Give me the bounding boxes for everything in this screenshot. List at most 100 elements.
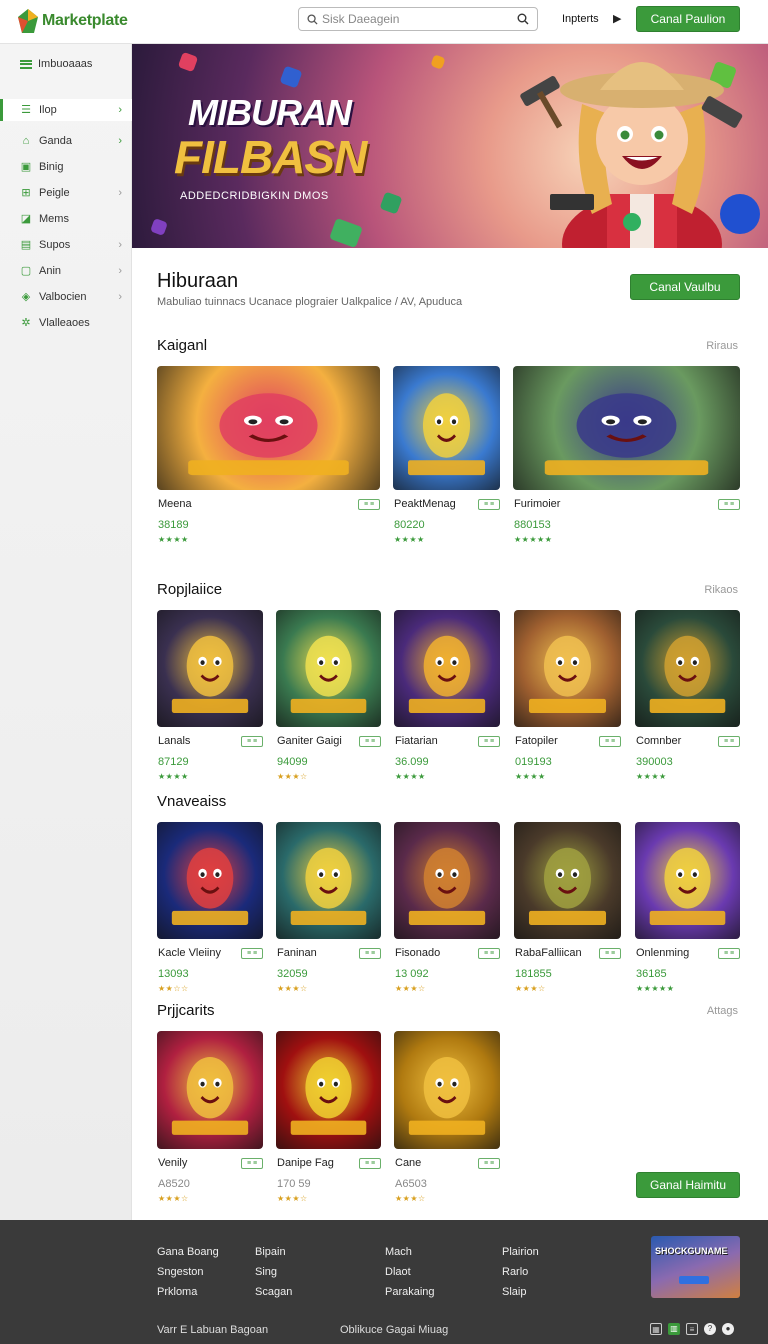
- game-thumbnail[interactable]: [513, 366, 740, 490]
- page-cta-button[interactable]: Canal Vaulbu: [630, 274, 740, 300]
- game-thumbnail[interactable]: [635, 610, 740, 727]
- game-thumbnail[interactable]: [157, 366, 380, 490]
- settings-icon[interactable]: ●: [722, 1323, 734, 1335]
- game-card[interactable]: Comnber ≡ ≡ 390003 ★★★★: [635, 610, 740, 787]
- game-title[interactable]: RabaFalliican: [515, 947, 582, 959]
- store-icon[interactable]: ▥: [668, 1323, 680, 1335]
- footer-link[interactable]: Rarlo: [502, 1262, 539, 1282]
- game-title[interactable]: Comnber: [636, 735, 681, 747]
- sidebar-item[interactable]: ⌂ Ganda ›: [0, 130, 132, 152]
- game-card[interactable]: PeaktMenag ≡ ≡ 80220 ★★★★: [393, 366, 500, 550]
- footer-link[interactable]: Bipain: [255, 1242, 292, 1262]
- game-title[interactable]: Kacle Vleiiny: [158, 947, 221, 959]
- game-title[interactable]: Venily: [158, 1157, 187, 1169]
- game-title[interactable]: Lanals: [158, 735, 190, 747]
- game-title[interactable]: Ganiter Gaigi: [277, 735, 342, 747]
- game-card[interactable]: Meena ≡ ≡ 38189 ★★★★: [157, 366, 380, 550]
- footer-column: Mach Dlaot Parakaing: [385, 1242, 435, 1302]
- sidebar-item[interactable]: ▤ Supos ›: [0, 234, 132, 256]
- header-cta-button[interactable]: Canal Paulion: [636, 6, 740, 32]
- game-card[interactable]: Fiatarian ≡ ≡ 36.099 ★★★★: [394, 610, 500, 787]
- game-thumbnail[interactable]: [276, 610, 381, 727]
- game-title[interactable]: Meena: [158, 498, 192, 510]
- logo[interactable]: Marketplate: [18, 9, 128, 33]
- footer-link[interactable]: Dlaot: [385, 1262, 435, 1282]
- footer-link[interactable]: Prkloma: [157, 1282, 219, 1302]
- search-submit-icon[interactable]: [517, 13, 529, 25]
- game-card[interactable]: Faninan ≡ ≡ 32059 ★★★☆: [276, 822, 381, 999]
- game-card[interactable]: RabaFalliican ≡ ≡ 181855 ★★★☆: [514, 822, 621, 999]
- game-thumbnail[interactable]: [514, 610, 621, 727]
- game-title[interactable]: Fisonado: [395, 947, 440, 959]
- bottom-cta-button[interactable]: Ganal Haimitu: [636, 1172, 740, 1198]
- footer-promo-thumbnail[interactable]: SHOCKGUNAME: [651, 1236, 740, 1298]
- footer-link[interactable]: Mach: [385, 1242, 435, 1262]
- game-thumbnail[interactable]: [157, 822, 263, 939]
- header-link[interactable]: Inpterts: [562, 13, 599, 25]
- game-title[interactable]: Onlenming: [636, 947, 689, 959]
- game-card[interactable]: Danipe Fag ≡ ≡ 170 59 ★★★☆: [276, 1031, 381, 1209]
- game-card[interactable]: Fisonado ≡ ≡ 13 092 ★★★☆: [394, 822, 500, 999]
- game-thumbnail[interactable]: [394, 1031, 500, 1149]
- game-title[interactable]: Cane: [395, 1157, 421, 1169]
- game-title[interactable]: Fatopiler: [515, 735, 558, 747]
- game-thumbnail[interactable]: [635, 822, 740, 939]
- footer-column: Gana Boang Sngeston Prkloma: [157, 1242, 219, 1302]
- page-title: Hiburaan: [157, 270, 239, 292]
- play-icon[interactable]: ▶: [613, 12, 621, 25]
- footer-link[interactable]: Plairion: [502, 1242, 539, 1262]
- game-thumbnail[interactable]: [394, 610, 500, 727]
- game-art: [407, 393, 486, 476]
- sidebar-item[interactable]: ▢ Anin ›: [0, 260, 132, 282]
- sidebar-item-label: Mems: [39, 213, 69, 225]
- game-title[interactable]: PeaktMenag: [394, 498, 456, 510]
- game-thumbnail[interactable]: [157, 1031, 263, 1149]
- search-bar[interactable]: [298, 7, 538, 31]
- platform-badge: ≡ ≡: [241, 1158, 263, 1169]
- section-see-all-link[interactable]: Rikaos: [704, 584, 738, 596]
- game-card[interactable]: Cane ≡ ≡ A6503 ★★★☆: [394, 1031, 500, 1209]
- footer-link[interactable]: Sngeston: [157, 1262, 219, 1282]
- footer-link[interactable]: Scagan: [255, 1282, 292, 1302]
- grid-icon[interactable]: ▦: [650, 1323, 662, 1335]
- game-price: 94099: [277, 756, 308, 768]
- section-see-all-link[interactable]: Attags: [707, 1005, 738, 1017]
- game-thumbnail[interactable]: [514, 822, 621, 939]
- game-thumbnail[interactable]: [393, 366, 500, 490]
- game-art: [171, 847, 249, 925]
- sidebar-item[interactable]: ☰ Ilop ›: [0, 99, 132, 121]
- footer-link[interactable]: Sing: [255, 1262, 292, 1282]
- sidebar-item[interactable]: ◈ Valbocien ›: [0, 286, 132, 308]
- sidebar-item[interactable]: ⊞ Peigle ›: [0, 182, 132, 204]
- sidebar-item[interactable]: ✲ Vlalleaoes: [0, 312, 132, 334]
- game-thumbnail[interactable]: [276, 822, 381, 939]
- sidebar-item[interactable]: ◪ Mems: [0, 208, 132, 230]
- game-title[interactable]: Fiatarian: [395, 735, 438, 747]
- game-thumbnail[interactable]: [276, 1031, 381, 1149]
- game-card[interactable]: Kacle Vleiiny ≡ ≡ 13093 ★★☆☆: [157, 822, 263, 999]
- game-title[interactable]: Faninan: [277, 947, 317, 959]
- footer-link[interactable]: Slaip: [502, 1282, 539, 1302]
- footer-link[interactable]: Gana Boang: [157, 1242, 219, 1262]
- rating-stars: ★★★☆: [515, 984, 546, 993]
- game-card[interactable]: Lanals ≡ ≡ 87129 ★★★★: [157, 610, 263, 787]
- hero-banner[interactable]: MIBURAN FILBASN ADDEDCRIDBIGKIN DMOS: [132, 44, 768, 248]
- footer-link[interactable]: Parakaing: [385, 1282, 435, 1302]
- sidebar-heading[interactable]: Imbuoaaas: [20, 58, 92, 70]
- game-thumbnail[interactable]: [394, 822, 500, 939]
- game-card[interactable]: Ganiter Gaigi ≡ ≡ 94099 ★★★☆: [276, 610, 381, 787]
- game-card[interactable]: Onlenming ≡ ≡ 36185 ★★★★★: [635, 822, 740, 999]
- game-title[interactable]: Furimoier: [514, 498, 560, 510]
- search-input[interactable]: [322, 12, 512, 26]
- game-card[interactable]: Venily ≡ ≡ A8520 ★★★☆: [157, 1031, 263, 1209]
- game-card[interactable]: Furimoier ≡ ≡ 880153 ★★★★★: [513, 366, 740, 550]
- sidebar-item[interactable]: ▣ Binig: [0, 156, 132, 178]
- platform-badge: ≡ ≡: [358, 499, 380, 510]
- list-icon[interactable]: ≡: [686, 1323, 698, 1335]
- section-see-all-link[interactable]: Riraus: [706, 340, 738, 352]
- hero-title-line2: FILBASN: [174, 131, 367, 183]
- game-card[interactable]: Fatopiler ≡ ≡ 019193 ★★★★: [514, 610, 621, 787]
- game-thumbnail[interactable]: [157, 610, 263, 727]
- help-icon[interactable]: ?: [704, 1323, 716, 1335]
- game-title[interactable]: Danipe Fag: [277, 1157, 334, 1169]
